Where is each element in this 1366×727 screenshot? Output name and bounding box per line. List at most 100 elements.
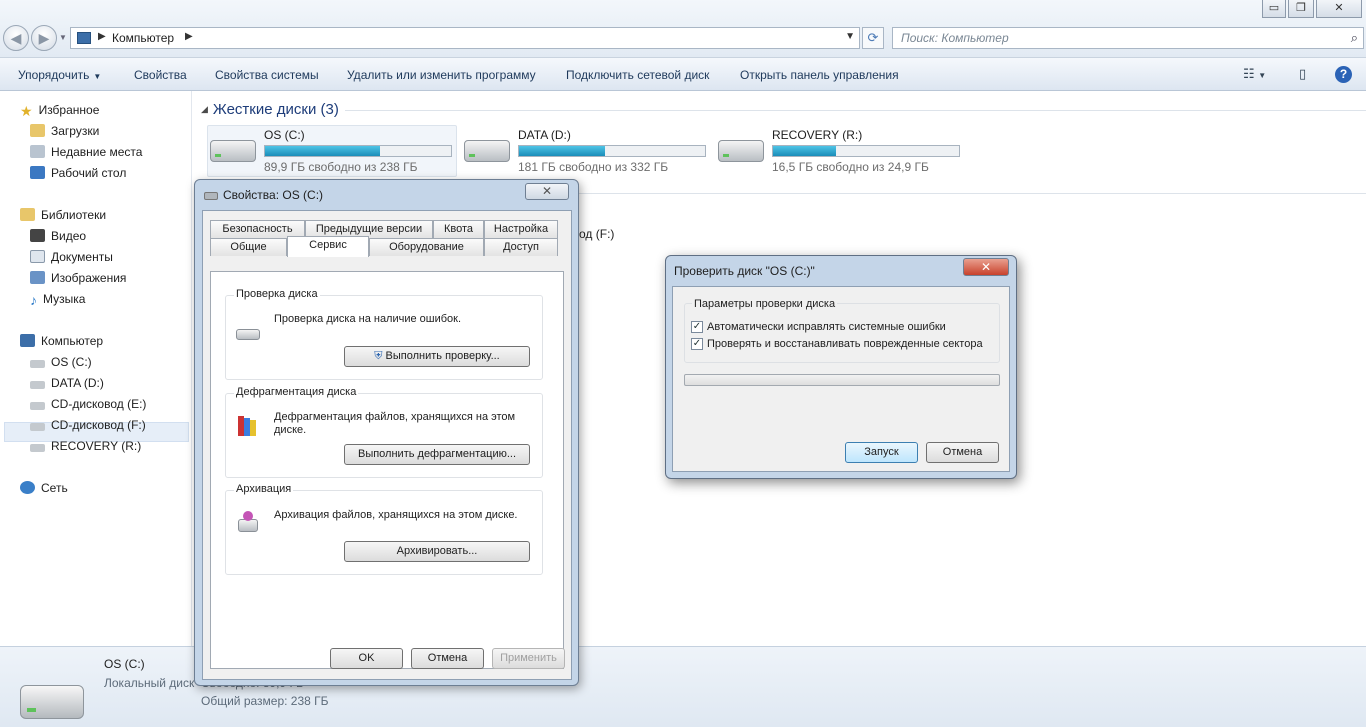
command-bar: Упорядочить ▼ Свойства Свойства системы У… bbox=[0, 58, 1366, 91]
close-button[interactable]: ✕ bbox=[525, 183, 569, 200]
sidebar-item-recovery-r[interactable]: RECOVERY (R:) bbox=[30, 439, 141, 453]
sidebar-item-documents[interactable]: Документы bbox=[30, 250, 113, 264]
drive-usage-bar bbox=[772, 145, 960, 157]
sidebar-label: Компьютер bbox=[41, 334, 104, 348]
sidebar-item-recent[interactable]: Недавние места bbox=[30, 145, 142, 159]
tools-tab-panel: Проверка диска Проверка диска на наличие… bbox=[210, 271, 564, 669]
address-path[interactable]: Компьютер bbox=[112, 31, 174, 45]
search-input[interactable]: Поиск: Компьютер ⌕ bbox=[892, 27, 1364, 49]
chevron-right-icon[interactable]: ▶ bbox=[185, 31, 193, 42]
video-icon bbox=[30, 229, 45, 242]
auto-fix-label[interactable]: Автоматически исправлять системные ошибк… bbox=[707, 321, 946, 333]
sidebar-item-music[interactable]: ♪ Музыка bbox=[30, 292, 86, 308]
sidebar-item-video[interactable]: Видео bbox=[30, 229, 86, 243]
check-now-button[interactable]: ⛨ Выполнить проверку... bbox=[344, 346, 530, 367]
scan-sectors-checkbox[interactable]: ✓ bbox=[691, 338, 703, 350]
music-icon: ♪ bbox=[30, 292, 37, 308]
recent-places-icon bbox=[30, 145, 45, 158]
group-title: Жесткие диски (3) bbox=[212, 101, 339, 118]
drive-usage-fill bbox=[519, 146, 605, 156]
view-options-icon[interactable]: ☷ ▼ bbox=[1243, 66, 1266, 82]
apply-button[interactable]: Применить bbox=[492, 648, 565, 669]
cancel-button[interactable]: Отмена bbox=[411, 648, 484, 669]
sidebar-item-cd-f[interactable]: CD-дисковод (F:) bbox=[30, 418, 146, 432]
back-button[interactable]: ◀ bbox=[3, 25, 29, 51]
scan-sectors-label[interactable]: Проверять и восстанавливать поврежденные… bbox=[707, 338, 983, 350]
minimize-button[interactable]: ▭ bbox=[1262, 0, 1286, 18]
hard-drive-icon bbox=[210, 140, 256, 162]
system-properties-button[interactable]: Свойства системы bbox=[215, 68, 319, 82]
computer-icon bbox=[20, 334, 35, 347]
sidebar-label: Избранное bbox=[38, 103, 100, 117]
error-check-group: Проверка диска Проверка диска на наличие… bbox=[225, 288, 543, 380]
sidebar-item-cd-e[interactable]: CD-дисковод (E:) bbox=[30, 397, 146, 411]
computer-icon bbox=[77, 32, 91, 44]
sidebar-label: CD-дисковод (E:) bbox=[51, 397, 147, 411]
sidebar-label: DATA (D:) bbox=[51, 376, 104, 390]
hard-drive-icon bbox=[30, 360, 45, 368]
forward-button[interactable]: ▶ bbox=[31, 25, 57, 51]
address-dropdown-icon[interactable]: ▼ bbox=[845, 31, 855, 42]
sidebar-item-network[interactable]: Сеть bbox=[20, 481, 68, 495]
sidebar-item-desktop[interactable]: Рабочий стол bbox=[30, 166, 126, 180]
sidebar-label: Музыка bbox=[43, 292, 86, 306]
network-icon bbox=[20, 481, 35, 494]
sidebar-item-favorites[interactable]: ★ Избранное bbox=[20, 103, 100, 119]
sidebar-item-downloads[interactable]: Загрузки bbox=[30, 124, 99, 138]
open-control-panel-button[interactable]: Открыть панель управления bbox=[740, 68, 899, 82]
tab-customize[interactable]: Настройка bbox=[484, 220, 558, 238]
address-bar[interactable]: ▶ Компьютер ▶ ▼ bbox=[70, 27, 860, 49]
help-icon[interactable]: ? bbox=[1335, 66, 1352, 83]
defragment-now-button[interactable]: Выполнить дефрагментацию... bbox=[344, 444, 530, 465]
tab-hardware[interactable]: Оборудование bbox=[369, 238, 484, 256]
dialog-body: Безопасность Предыдущие версии Квота Нас… bbox=[202, 210, 572, 680]
hard-drive-icon bbox=[718, 140, 764, 162]
properties-button[interactable]: Свойства bbox=[134, 68, 187, 82]
sidebar-label: RECOVERY (R:) bbox=[51, 439, 142, 453]
close-button[interactable]: ✕ bbox=[963, 258, 1009, 276]
drive-name: RECOVERY (R:) bbox=[772, 128, 863, 142]
drive-usage-fill bbox=[773, 146, 837, 156]
sidebar-label: Видео bbox=[51, 229, 87, 243]
tab-general[interactable]: Общие bbox=[210, 238, 287, 256]
auto-fix-checkbox[interactable]: ✓ bbox=[691, 321, 703, 333]
drive-tile-cd-f-partial[interactable]: од (F:) bbox=[579, 227, 614, 241]
sidebar-item-pictures[interactable]: Изображения bbox=[30, 271, 126, 285]
drive-usage-fill bbox=[265, 146, 381, 156]
sidebar-item-computer[interactable]: Компьютер bbox=[20, 334, 103, 348]
hard-drive-icon bbox=[464, 140, 510, 162]
backup-description: Архивация файлов, хранящихся на этом дис… bbox=[274, 509, 518, 521]
tab-tools[interactable]: Сервис bbox=[287, 236, 369, 257]
sidebar-label: OS (C:) bbox=[51, 355, 92, 369]
details-total-size: Общий размер: 238 ГБ bbox=[201, 694, 329, 708]
tab-sharing[interactable]: Доступ bbox=[484, 238, 558, 256]
close-button[interactable]: ✕ bbox=[1316, 0, 1362, 18]
documents-icon bbox=[30, 250, 45, 263]
preview-pane-icon[interactable]: ▯ bbox=[1299, 66, 1306, 82]
group-title: Проверка диска bbox=[234, 288, 320, 300]
hard-drive-icon bbox=[30, 381, 45, 389]
sidebar-item-os-c[interactable]: OS (C:) bbox=[30, 355, 92, 369]
sidebar-item-data-d[interactable]: DATA (D:) bbox=[30, 376, 104, 390]
recent-pages-dropdown[interactable]: ▼ bbox=[59, 33, 67, 42]
map-network-drive-button[interactable]: Подключить сетевой диск bbox=[566, 68, 709, 82]
refresh-button[interactable]: ⟳ bbox=[862, 27, 884, 49]
backup-now-button[interactable]: Архивировать... bbox=[344, 541, 530, 562]
refresh-icon: ⟳ bbox=[867, 30, 879, 45]
sidebar-item-libraries[interactable]: Библиотеки bbox=[20, 208, 106, 222]
group-divider bbox=[579, 193, 1366, 194]
ok-button[interactable]: OK bbox=[330, 648, 403, 669]
hard-drive-icon bbox=[30, 444, 45, 452]
cancel-button[interactable]: Отмена bbox=[926, 442, 999, 463]
search-icon[interactable]: ⌕ bbox=[1351, 30, 1358, 46]
start-button[interactable]: Запуск bbox=[845, 442, 918, 463]
cd-drive-icon bbox=[30, 402, 45, 410]
maximize-button[interactable]: ❐ bbox=[1288, 0, 1314, 18]
group-header-hard-drives[interactable]: ◢ Жесткие диски (3) bbox=[201, 101, 339, 118]
details-drive-name: OS (C:) bbox=[104, 657, 145, 671]
uninstall-program-button[interactable]: Удалить или изменить программу bbox=[347, 68, 536, 82]
tab-quota[interactable]: Квота bbox=[433, 220, 484, 238]
organize-button[interactable]: Упорядочить ▼ bbox=[18, 68, 101, 82]
backup-group: Архивация Архивация файлов, хранящихся н… bbox=[225, 483, 543, 575]
drive-icon bbox=[204, 192, 218, 200]
